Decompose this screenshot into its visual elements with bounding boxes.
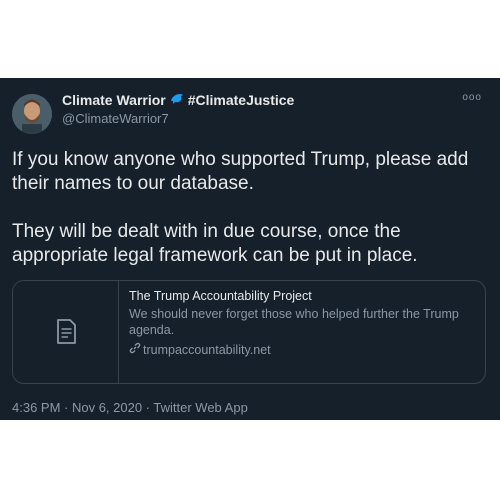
avatar[interactable] (12, 94, 52, 134)
display-name-row: Climate Warrior #ClimateJustice (62, 92, 294, 110)
link-card[interactable]: The Trump Accountability Project We shou… (12, 280, 486, 384)
tweet-text: If you know anyone who supported Trump, … (12, 148, 488, 268)
card-description: We should never forget those who helped … (129, 307, 459, 337)
tweet-container: Climate Warrior #ClimateJustice @Climate… (0, 78, 500, 420)
user-names: Climate Warrior #ClimateJustice @Climate… (62, 92, 294, 127)
card-link[interactable]: trumpaccountability.net (143, 342, 271, 358)
document-icon (56, 319, 76, 344)
user-handle[interactable]: @ClimateWarrior7 (62, 111, 294, 127)
tweet-paragraph-1: If you know anyone who supported Trump, … (12, 149, 469, 194)
card-link-row[interactable]: trumpaccountability.net (129, 342, 473, 358)
link-icon (129, 342, 141, 358)
card-content: The Trump Accountability Project We shou… (119, 281, 485, 383)
display-name[interactable]: Climate Warrior (62, 92, 166, 110)
more-options-icon[interactable]: ooo (462, 92, 482, 103)
tweet-timestamp[interactable]: 4:36 PM · Nov 6, 2020 · Twitter Web App (12, 400, 488, 415)
tweet-paragraph-2: They will be dealt with in due course, o… (12, 221, 418, 266)
card-title: The Trump Accountability Project (129, 289, 312, 303)
avatar-image (12, 94, 52, 134)
dolphin-icon (170, 92, 184, 109)
profile-hashtag[interactable]: #ClimateJustice (188, 92, 295, 110)
card-thumbnail (13, 281, 119, 383)
tweet-header: Climate Warrior #ClimateJustice @Climate… (12, 92, 488, 134)
